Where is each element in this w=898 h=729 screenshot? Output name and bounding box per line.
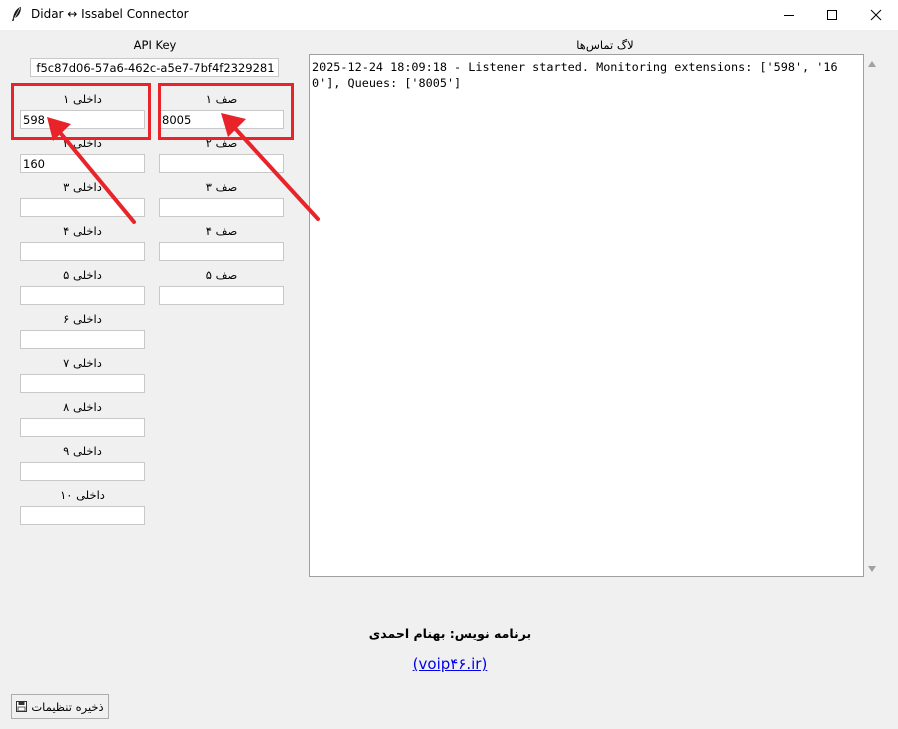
extension-5-input[interactable] <box>20 286 145 305</box>
window-title: Didar ↔ Issabel Connector <box>31 7 189 21</box>
maximize-icon <box>827 10 837 20</box>
close-icon <box>870 9 882 21</box>
extension-10-label: داخلی ۱۰ <box>60 488 105 502</box>
extension-1-input[interactable] <box>20 110 145 129</box>
minimize-icon <box>784 15 794 16</box>
queue-1-input[interactable] <box>159 110 284 129</box>
extension-4-label: داخلی ۴ <box>63 224 102 238</box>
minimize-button[interactable] <box>767 0 811 30</box>
queue-4-input[interactable] <box>159 242 284 261</box>
extension-9-input[interactable] <box>20 462 145 481</box>
extension-1-label: داخلی ۱ <box>63 92 102 106</box>
extension-8-label: داخلی ۸ <box>63 400 102 414</box>
extension-5-label: داخلی ۵ <box>63 268 102 282</box>
extension-3-label: داخلی ۳ <box>63 180 102 194</box>
queue-3-label: صف ۳ <box>205 180 238 194</box>
extension-7-input[interactable] <box>20 374 145 393</box>
queue-2-input[interactable] <box>159 154 284 173</box>
extension-2-input[interactable] <box>20 154 145 173</box>
log-scrollbar[interactable] <box>864 54 881 577</box>
extension-9-label: داخلی ۹ <box>63 444 102 458</box>
extension-10-input[interactable] <box>20 506 145 525</box>
extension-8-input[interactable] <box>20 418 145 437</box>
maximize-button[interactable] <box>810 0 854 30</box>
extension-2-label: داخلی ۲ <box>63 136 102 150</box>
extension-6-input[interactable] <box>20 330 145 349</box>
queue-5-input[interactable] <box>159 286 284 305</box>
scroll-up-icon[interactable] <box>868 61 876 67</box>
feather-icon <box>12 7 21 21</box>
api-key-label: API Key <box>133 38 177 52</box>
save-settings-button[interactable]: ذخیره تنظیمات <box>11 694 109 719</box>
queue-4-label: صف ۴ <box>205 224 238 238</box>
scroll-down-icon[interactable] <box>868 566 876 572</box>
api-key-input[interactable] <box>30 58 279 77</box>
floppy-disk-icon <box>16 701 28 712</box>
extension-6-label: داخلی ۶ <box>63 312 102 326</box>
queue-2-label: صف ۲ <box>205 136 238 150</box>
queue-3-input[interactable] <box>159 198 284 217</box>
developer-credit: برنامه نویس: بهنام احمدی <box>368 626 532 641</box>
extension-4-input[interactable] <box>20 242 145 261</box>
queue-5-label: صف ۵ <box>205 268 238 282</box>
title-bar: Didar ↔ Issabel Connector <box>0 0 898 30</box>
log-label: لاگ تماس‌ها <box>576 38 634 52</box>
close-button[interactable] <box>854 0 898 30</box>
save-settings-label: ذخیره تنظیمات <box>31 699 104 714</box>
extension-7-label: داخلی ۷ <box>63 356 102 370</box>
extension-3-input[interactable] <box>20 198 145 217</box>
queue-1-label: صف ۱ <box>205 92 238 106</box>
call-log-textarea[interactable]: 2025-12-24 18:09:18 - Listener started. … <box>309 54 864 577</box>
website-link[interactable]: (voip۴۶.ir) <box>350 655 550 673</box>
